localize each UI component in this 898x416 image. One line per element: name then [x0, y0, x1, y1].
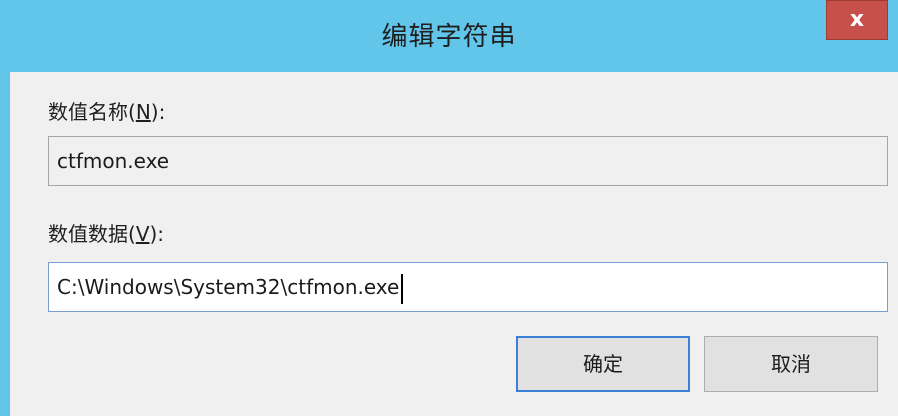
value-name-accelerator: N — [135, 100, 151, 124]
value-name-label-end: ): — [150, 100, 166, 124]
close-button[interactable]: x — [826, 0, 888, 40]
value-data-label-text: 数值数据( — [48, 222, 136, 246]
value-data-label-end: ): — [149, 222, 165, 246]
value-name-label: 数值名称(N): — [48, 96, 165, 125]
title-bar[interactable]: 编辑字符串 x — [10, 0, 898, 72]
value-name-text: ctfmon.exe — [57, 149, 170, 173]
edit-string-dialog: 编辑字符串 x 数值名称(N): ctfmon.exe 数值数据(V): C:\… — [0, 0, 898, 416]
value-data-input[interactable]: C:\Windows\System32\ctfmon.exe — [48, 262, 888, 312]
text-caret — [401, 273, 404, 304]
value-data-label: 数值数据(V): — [48, 218, 164, 247]
value-name-field[interactable]: ctfmon.exe — [48, 136, 888, 186]
close-icon: x — [849, 7, 865, 32]
dialog-title: 编辑字符串 — [381, 22, 517, 52]
value-data-accelerator: V — [135, 222, 150, 246]
value-data-text: C:\Windows\System32\ctfmon.exe — [57, 275, 400, 299]
value-name-label-text: 数值名称( — [48, 100, 136, 124]
ok-button[interactable]: 确定 — [516, 336, 690, 392]
cancel-button[interactable]: 取消 — [704, 336, 878, 392]
